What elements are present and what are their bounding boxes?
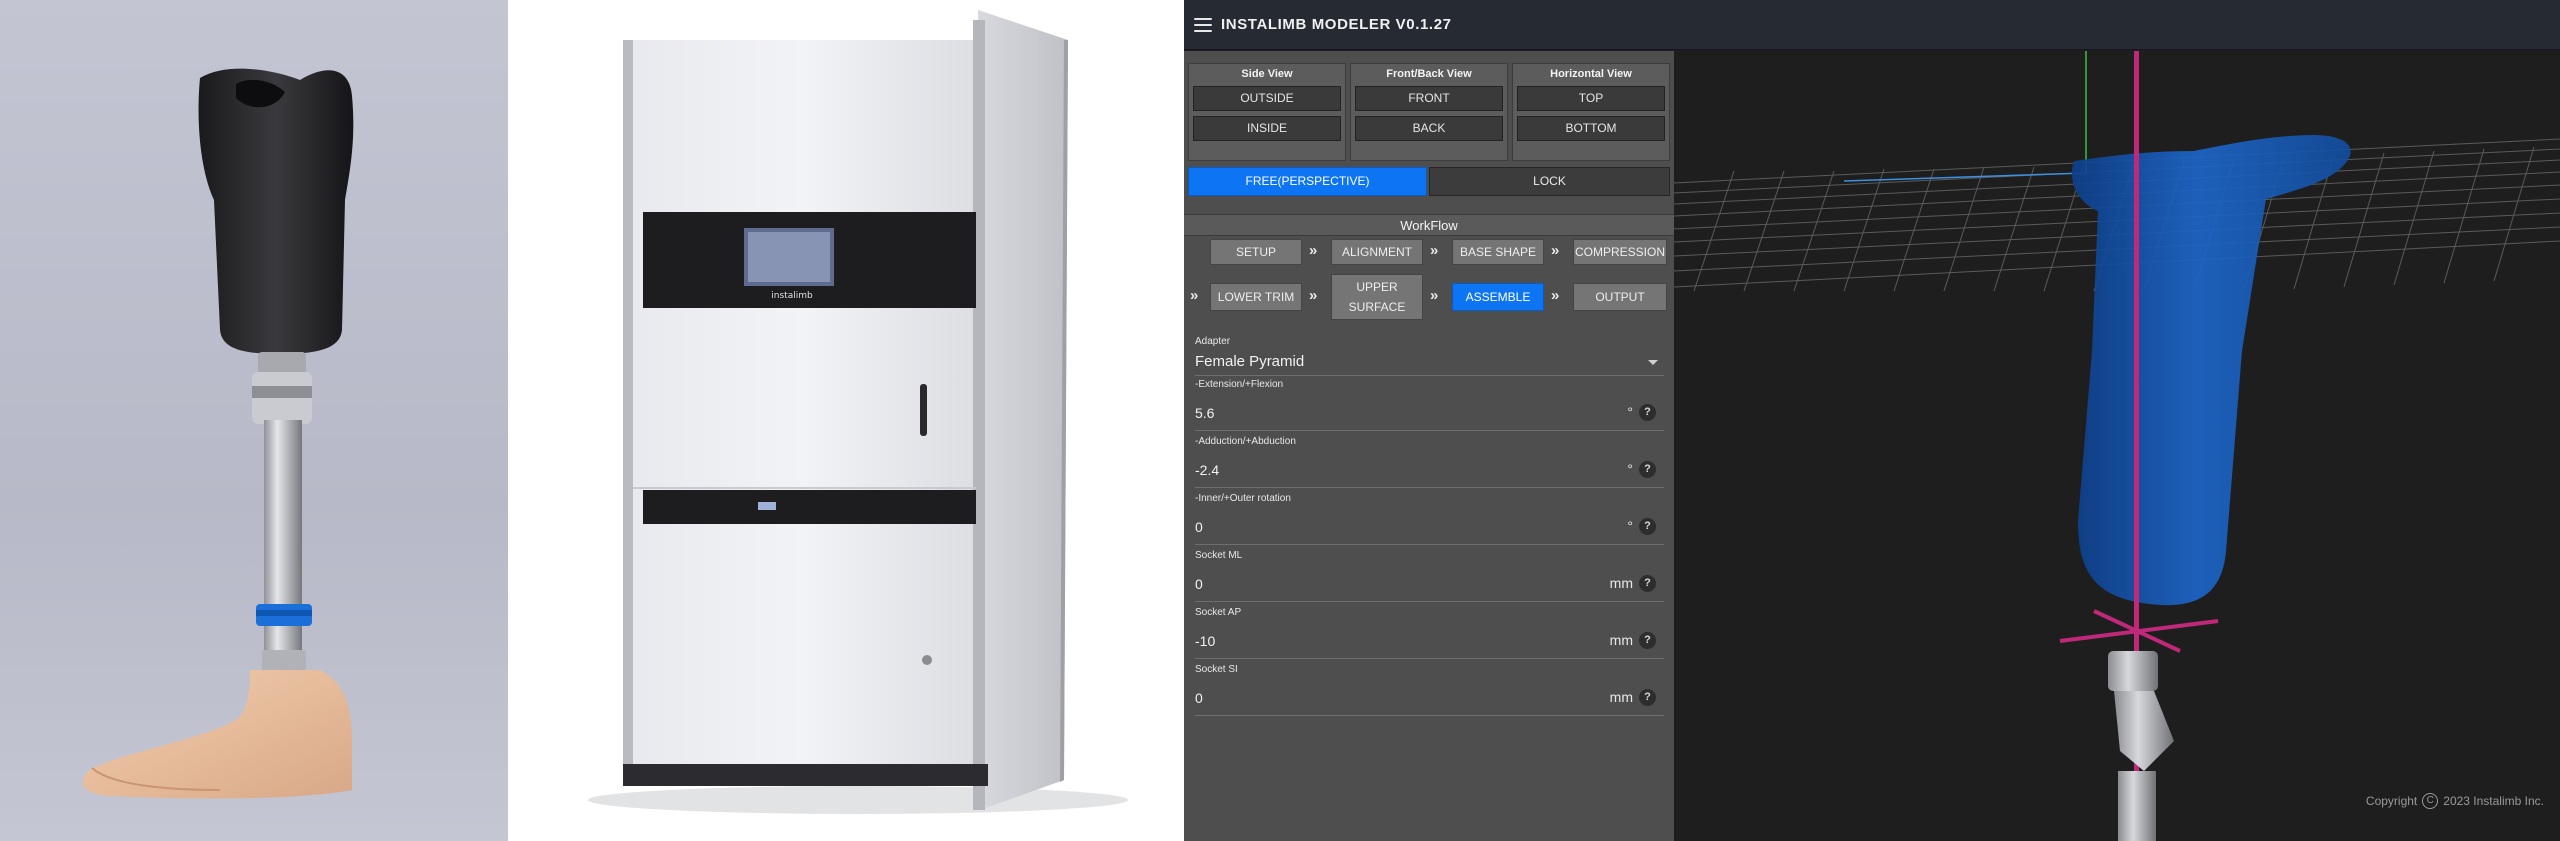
control-panel: Side View OUTSIDE INSIDE Front/Back View… [1184, 51, 1674, 841]
workflow-lower-trim-button[interactable]: LOWER TRIM [1210, 283, 1302, 311]
field-value[interactable]: 0 [1195, 519, 1203, 535]
app-header: INSTALIMB MODELER V0.1.27 [1184, 0, 2560, 50]
prosthetic-leg-illustration [82, 68, 354, 799]
prosthetic-leg-photo [0, 0, 508, 841]
printer-brand-label: instalimb [771, 291, 813, 301]
workflow-assemble-button[interactable]: ASSEMBLE [1452, 283, 1544, 311]
socket-si-field[interactable]: Socket SI 0 mm ? [1195, 662, 1664, 716]
socket-ap-field[interactable]: Socket AP -10 mm ? [1195, 605, 1664, 659]
field-value[interactable]: 0 [1195, 576, 1203, 592]
modeler-app: INSTALIMB MODELER V0.1.27 Side View OUTS… [1184, 0, 2560, 841]
pylon-model [2118, 771, 2156, 841]
socket-ml-field[interactable]: Socket ML 0 mm ? [1195, 548, 1664, 602]
horizontal-view-title: Horizontal View [1550, 68, 1632, 80]
extension-flexion-field[interactable]: -Extension/+Flexion 5.6 ° ? [1195, 377, 1664, 431]
help-icon[interactable]: ? [1639, 404, 1656, 421]
field-value[interactable]: 5.6 [1195, 405, 1214, 421]
workflow-base-shape-button[interactable]: BASE SHAPE [1452, 239, 1544, 265]
field-unit: ° [1627, 518, 1633, 534]
3d-scene [1674, 51, 2560, 841]
chevron-right-icon: » [1430, 287, 1439, 304]
help-icon[interactable]: ? [1639, 689, 1656, 706]
side-view-group: Side View OUTSIDE INSIDE [1188, 63, 1346, 161]
horizontal-view-group: Horizontal View TOP BOTTOM [1512, 63, 1670, 161]
help-icon[interactable]: ? [1639, 632, 1656, 649]
copyright-icon: C [2422, 793, 2439, 809]
workflow-setup-button[interactable]: SETUP [1210, 239, 1302, 265]
view-back-button[interactable]: BACK [1355, 116, 1503, 141]
workflow-output-button[interactable]: OUTPUT [1573, 283, 1667, 311]
workflow-row-1: SETUP » ALIGNMENT » BASE SHAPE » COMPRES… [1184, 239, 1674, 267]
printer-cabinet-illustration [588, 10, 1128, 814]
field-unit: mm [1609, 689, 1633, 705]
copyright-label: Copyright [2365, 794, 2418, 808]
view-bottom-button[interactable]: BOTTOM [1517, 116, 1665, 141]
field-unit: ° [1627, 404, 1633, 420]
workflow-alignment-button[interactable]: ALIGNMENT [1331, 239, 1423, 265]
help-icon[interactable]: ? [1639, 575, 1656, 592]
field-value[interactable]: 0 [1195, 690, 1203, 706]
workflow-row-2: » LOWER TRIM » UPPER SURFACE » ASSEMBLE … [1184, 274, 1674, 322]
adapter-select[interactable]: Adapter Female Pyramid [1195, 334, 1664, 376]
inner-outer-rotation-field[interactable]: -Inner/+Outer rotation 0 ° ? [1195, 491, 1664, 545]
field-label: Socket SI [1195, 664, 1238, 675]
3d-viewport[interactable]: Copyright C 2023 Instalimb Inc. [1674, 51, 2560, 841]
app-title: INSTALIMB MODELER V0.1.27 [1221, 16, 1452, 33]
chevron-right-icon: » [1551, 287, 1560, 304]
chevron-right-icon: » [1190, 287, 1199, 304]
field-label: -Extension/+Flexion [1195, 379, 1284, 390]
lock-button[interactable]: LOCK [1429, 167, 1670, 196]
adapter-label: Adapter [1195, 336, 1231, 347]
free-perspective-button[interactable]: FREE(PERSPECTIVE) [1188, 167, 1427, 196]
adapter-value: Female Pyramid [1195, 353, 1305, 370]
printer-photo: instalimb [508, 0, 1184, 841]
front-back-view-title: Front/Back View [1386, 68, 1472, 80]
field-unit: ° [1627, 461, 1633, 477]
field-label: -Adduction/+Abduction [1195, 436, 1296, 447]
help-icon[interactable]: ? [1639, 518, 1656, 535]
field-unit: mm [1609, 575, 1633, 591]
workflow-title: WorkFlow [1184, 214, 1674, 236]
field-label: -Inner/+Outer rotation [1195, 493, 1291, 504]
view-top-button[interactable]: TOP [1517, 86, 1665, 111]
copyright-text: 2023 Instalimb Inc. [2443, 794, 2544, 808]
view-inside-button[interactable]: INSIDE [1193, 116, 1341, 141]
chevron-right-icon: » [1551, 242, 1560, 259]
field-label: Socket ML [1195, 550, 1243, 561]
knee-joint-model [2114, 691, 2174, 771]
adduction-abduction-field[interactable]: -Adduction/+Abduction -2.4 ° ? [1195, 434, 1664, 488]
socket-model [2071, 135, 2351, 606]
chevron-right-icon: » [1309, 242, 1318, 259]
chevron-right-icon: » [1309, 287, 1318, 304]
hamburger-menu-icon[interactable] [1194, 17, 1212, 32]
z-axis-line [1843, 172, 2087, 182]
field-label: Socket AP [1195, 607, 1242, 618]
side-view-title: Side View [1241, 68, 1293, 80]
front-back-view-group: Front/Back View FRONT BACK [1350, 63, 1508, 161]
workflow-compression-button[interactable]: COMPRESSION [1573, 239, 1667, 265]
screenshot-root: instalimb INSTALIMB MODELER V0.1.27 Side… [0, 0, 2560, 841]
field-value[interactable]: -10 [1195, 633, 1215, 649]
field-value[interactable]: -2.4 [1195, 462, 1219, 478]
adapter-model [2108, 651, 2158, 691]
copyright-notice: Copyright C 2023 Instalimb Inc. [2366, 793, 2544, 809]
view-front-button[interactable]: FRONT [1355, 86, 1503, 111]
chevron-right-icon: » [1430, 242, 1439, 259]
help-icon[interactable]: ? [1639, 461, 1656, 478]
workflow-upper-surface-button[interactable]: UPPER SURFACE [1331, 274, 1423, 320]
view-outside-button[interactable]: OUTSIDE [1193, 86, 1341, 111]
field-unit: mm [1609, 632, 1633, 648]
dropdown-arrow-icon [1648, 360, 1658, 365]
